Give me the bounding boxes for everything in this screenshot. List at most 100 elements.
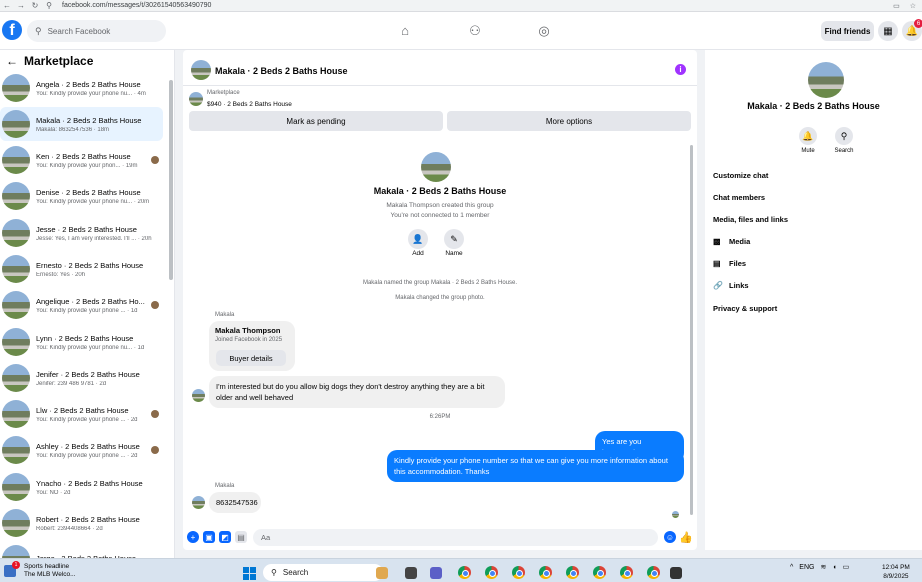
group-avatar[interactable] <box>421 152 451 182</box>
conversation-item[interactable]: Robert · 2 Beds 2 Baths House Robert: 239… <box>0 506 163 540</box>
facebook-header: f ⚲ Search Facebook ⌂ ⚇ ◎ Find friends ▦… <box>0 12 922 50</box>
chrome-icon[interactable] <box>458 566 471 579</box>
gif-icon[interactable]: ▤ <box>235 531 247 543</box>
groups-icon[interactable]: ◎ <box>536 23 552 39</box>
friends-icon[interactable]: ⚇ <box>467 23 483 39</box>
conversation-name: Jenifer · 2 Beds 2 Baths House <box>36 369 140 379</box>
chrome-icon[interactable] <box>539 566 552 579</box>
search-input[interactable]: ⚲ Search Facebook <box>27 20 166 42</box>
app-icon[interactable] <box>670 567 682 579</box>
sender-avatar[interactable] <box>192 389 205 402</box>
media-item[interactable]: ▩ Media <box>713 237 750 246</box>
conversation-item[interactable]: Ernesto · 2 Beds 2 Baths House Ernesto: Y… <box>0 252 163 286</box>
home-icon[interactable]: ⌂ <box>397 23 413 39</box>
message-input[interactable]: Aa <box>253 528 658 546</box>
add-member-icon[interactable]: 👤 <box>408 229 428 249</box>
info-avatar[interactable] <box>808 62 844 98</box>
conversation-preview: Robert: 2394408664 · 2d <box>36 525 103 532</box>
cast-icon[interactable]: ▭ <box>893 2 900 10</box>
site-info-icon[interactable]: ⚲ <box>42 1 56 10</box>
conversation-thumb <box>2 509 30 537</box>
conversation-item[interactable]: Ken · 2 Beds 2 Baths House You: Kindly pr… <box>0 143 163 177</box>
message-bubble-incoming[interactable]: 8632547536 <box>209 492 261 513</box>
conversation-text: Ken · 2 Beds 2 Baths House You: Kindly pr… <box>36 152 151 169</box>
links-item[interactable]: 🔗 Links <box>713 281 749 290</box>
bookmark-icon[interactable]: ☆ <box>910 2 916 10</box>
thumbs-up-icon[interactable]: 👍 <box>679 531 693 544</box>
edit-name-icon[interactable]: ✎ <box>444 229 464 249</box>
wifi-icon[interactable]: ≋ <box>820 563 826 571</box>
chrome-icon[interactable] <box>620 566 633 579</box>
chat-avatar[interactable] <box>191 60 211 80</box>
chat-title[interactable]: Makala · 2 Beds 2 Baths House <box>215 66 348 76</box>
find-friends-button[interactable]: Find friends <box>821 21 874 41</box>
files-item[interactable]: ▤ Files <box>713 259 746 268</box>
clock-time: 12:04 PM <box>882 564 910 571</box>
chat-members-item[interactable]: Chat members <box>713 193 765 202</box>
news-title: Sports headline <box>24 563 70 570</box>
conversation-item[interactable]: Jesse · 2 Beds 2 Baths House Jesse: Yes, … <box>0 216 163 250</box>
address-bar[interactable]: facebook.com/messages/t/3026154056349079… <box>62 2 211 9</box>
clock[interactable]: 12:04 PM 8/9/2025 <box>882 563 910 581</box>
search-action[interactable]: ⚲ Search <box>824 127 864 154</box>
search-placeholder: Search Facebook <box>47 26 111 36</box>
chevron-up-icon[interactable]: ^ <box>790 564 793 571</box>
news-widget[interactable]: 1 Sports headline The MLB Welco... <box>4 561 114 581</box>
info-icon[interactable]: i <box>675 64 686 75</box>
task-view-icon[interactable] <box>405 567 417 579</box>
conversation-item[interactable]: Llw · 2 Beds 2 Baths House You: Kindly pr… <box>0 397 163 431</box>
language-indicator[interactable]: ENG <box>799 564 814 571</box>
windows-start-icon[interactable] <box>243 567 256 580</box>
back-arrow-icon[interactable]: ← <box>6 54 18 68</box>
chrome-icon[interactable] <box>566 566 579 579</box>
chat-scrollbar[interactable] <box>690 145 693 515</box>
conversation-preview: You: NO · 2d <box>36 489 71 496</box>
chrome-icon[interactable] <box>593 566 606 579</box>
teams-icon[interactable] <box>430 567 442 579</box>
conversation-name: Ken · 2 Beds 2 Baths House <box>36 151 131 161</box>
conversation-item[interactable]: Lynn · 2 Beds 2 Baths House You: Kindly p… <box>0 325 163 359</box>
message-bubble-outgoing[interactable]: Kindly provide your phone number so that… <box>387 450 684 482</box>
volume-icon[interactable]: ◖ <box>832 564 836 571</box>
chrome-icon[interactable] <box>647 566 660 579</box>
chrome-icon[interactable] <box>485 566 498 579</box>
facebook-logo-icon[interactable]: f <box>2 20 22 40</box>
conversation-item[interactable]: Makala · 2 Beds 2 Baths House Makala: 863… <box>0 107 163 141</box>
marketplace-sidebar: ← Marketplace Angela · 2 Beds 2 Baths Ho… <box>0 50 175 558</box>
more-options-button[interactable]: More options <box>447 111 691 131</box>
privacy-support-item[interactable]: Privacy & support <box>713 304 777 313</box>
conversation-item[interactable]: Jorge · 2 Beds 2 Baths House <box>0 542 163 558</box>
conversation-item[interactable]: Angela · 2 Beds 2 Baths House You: Kindly… <box>0 71 163 105</box>
mark-pending-button[interactable]: Mark as pending <box>189 111 443 131</box>
conversation-item[interactable]: Ynacho · 2 Beds 2 Baths House You: NO · 2… <box>0 470 163 504</box>
widget-app-icon[interactable] <box>376 567 388 579</box>
customize-chat-item[interactable]: Customize chat <box>713 171 768 180</box>
plus-icon[interactable]: + <box>187 531 199 543</box>
buyer-details-button[interactable]: Buyer details <box>216 350 286 366</box>
chrome-icon[interactable] <box>512 566 525 579</box>
conversation-item[interactable]: Ashley · 2 Beds 2 Baths House You: Kindly… <box>0 433 163 467</box>
sender-avatar[interactable] <box>192 496 205 509</box>
listing-thumb[interactable] <box>189 92 203 106</box>
battery-icon[interactable]: ▭ <box>843 563 850 571</box>
conversation-item[interactable]: Denise · 2 Beds 2 Baths House You: Kindly… <box>0 179 163 213</box>
media-files-links-item[interactable]: Media, files and links <box>713 215 788 224</box>
back-icon[interactable]: ← <box>0 1 14 10</box>
taskbar-search-label: Search <box>282 568 309 577</box>
emoji-icon[interactable]: ☺ <box>664 531 676 543</box>
conversation-thumb <box>2 146 30 174</box>
taskbar-search[interactable]: ⚲ Search <box>263 564 383 581</box>
sidebar-scrollbar[interactable] <box>169 80 173 280</box>
conversation-item[interactable]: Jenifer · 2 Beds 2 Baths House Jenifer: 2… <box>0 361 163 395</box>
conversation-name: Ernesto · 2 Beds 2 Baths House <box>36 260 144 270</box>
sticker-icon[interactable]: ◩ <box>219 531 231 543</box>
message-bubble-incoming[interactable]: I'm interested but do you allow big dogs… <box>209 376 505 408</box>
reload-icon[interactable]: ↻ <box>28 1 42 10</box>
listing-price[interactable]: $940 · 2 Beds 2 Baths House <box>207 101 292 108</box>
menu-grid-icon[interactable]: ▦ <box>878 21 898 41</box>
conversation-text: Denise · 2 Beds 2 Baths House You: Kindly… <box>36 188 163 205</box>
conversation-item[interactable]: Angelique · 2 Beds 2 Baths Ho... You: Kin… <box>0 288 163 322</box>
mute-action[interactable]: 🔔 Mute <box>788 127 828 154</box>
photo-icon[interactable]: ▣ <box>203 531 215 543</box>
forward-icon[interactable]: → <box>14 1 28 10</box>
